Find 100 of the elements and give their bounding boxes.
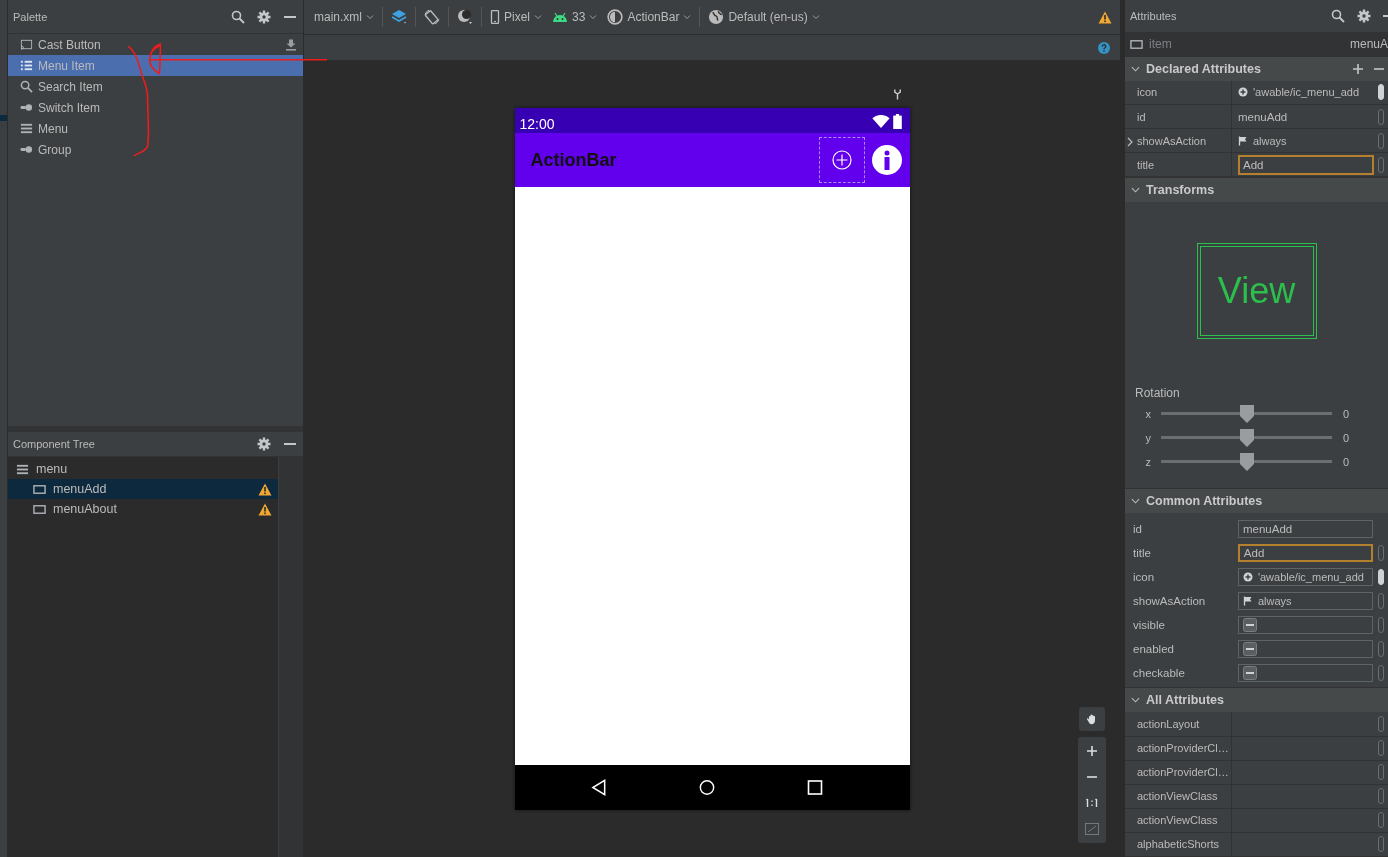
attribute-name: actionProviderCl… [1137,766,1229,779]
attribute-value: 'awable/ic_menu_add [1253,86,1360,99]
item-icon [1130,37,1143,51]
attribute-value: always [1257,595,1292,608]
rotation-label: Rotation [1134,386,1181,401]
component-type: item [1149,37,1172,52]
section-header[interactable]: Common Attributes [1125,488,1388,514]
wifi-icon [871,115,890,128]
help-icon[interactable] [1098,41,1110,54]
pin-icon[interactable] [892,88,902,100]
attribute-field[interactable]: always [1237,592,1373,611]
search-icon[interactable] [1331,8,1345,23]
attribute-value: menuAdd [1238,110,1288,123]
attribute-name: title [1132,547,1152,560]
warning-icon [258,482,272,496]
attribute-field[interactable] [1237,616,1373,635]
app-bar-title: ActionBar [530,149,617,171]
phone-icon [490,10,500,24]
view-preview: View [1199,246,1314,337]
add-icon [831,150,852,170]
unset-checkbox-icon[interactable] [1242,666,1257,681]
flag-icon [1238,135,1248,146]
unset-checkbox-icon[interactable] [1242,618,1257,633]
attribute-field[interactable]: Add [1237,544,1373,563]
unset-checkbox-icon[interactable] [1242,642,1257,657]
add-icon[interactable] [1353,63,1363,74]
palette-item[interactable]: Menu [8,118,303,139]
device-dropdown[interactable]: Pixel [486,8,547,26]
palette-item[interactable]: Cast Button [8,34,303,55]
attribute-field[interactable] [1237,640,1373,659]
moon-icon [457,9,473,25]
attribute-name: alphabeticShorts [1137,838,1219,851]
expand-icon[interactable] [1127,136,1133,147]
api-level-dropdown[interactable]: 33 [548,7,602,27]
rotation-value: 0 [1343,432,1350,445]
chevron-icon [1131,697,1140,704]
zoom-in-icon[interactable] [1085,745,1099,757]
plus-circle-icon [1238,87,1248,98]
theme-icon [607,9,624,25]
info-icon [871,145,902,175]
component-id: menuA [1349,37,1388,52]
attribute-name: id [1137,110,1146,123]
section-header[interactable]: Transforms [1125,177,1388,203]
settings-icon[interactable] [257,437,271,451]
add-action-button[interactable] [818,137,865,183]
tree-item[interactable]: menuAdd [8,479,278,499]
section-header[interactable]: All Attributes [1125,687,1388,713]
download-icon[interactable] [285,38,297,51]
attribute-name: visible [1132,619,1166,632]
attribute-name: showAsAction [1132,595,1207,608]
attribute-name: actionLayout [1137,718,1200,730]
battery-icon [892,114,902,129]
slider-thumb[interactable] [1239,405,1254,424]
theme-dropdown[interactable]: ActionBar [603,7,696,27]
list-icon [20,59,33,72]
attribute-field[interactable]: menuAdd [1238,520,1374,539]
search-icon[interactable] [231,9,245,24]
strip-marker [0,115,7,121]
status-time: 12:00 [519,116,555,132]
axis-label: x [1144,408,1152,421]
pan-hand-icon[interactable] [1079,707,1105,731]
attribute-field[interactable]: Add [1238,154,1374,175]
attribute-field[interactable] [1237,664,1373,683]
slider-thumb[interactable] [1239,429,1254,448]
attribute-field[interactable]: 'awable/ic_menu_add [1237,568,1373,587]
back-icon[interactable] [590,779,607,796]
recents-icon[interactable] [807,779,824,796]
attribute-value: always [1253,134,1287,147]
fit-screen-icon[interactable] [1085,823,1099,835]
warning-icon[interactable] [1098,10,1112,24]
rotation-value: 0 [1343,408,1350,421]
section-header[interactable]: Declared Attributes [1125,55,1388,81]
caret-icon [366,14,374,20]
menu-icon [16,462,29,476]
settings-icon[interactable] [1357,8,1371,23]
caret-icon [811,14,820,20]
locale-dropdown[interactable]: Default (en-us) [704,7,824,27]
caret-icon [683,14,692,20]
attribute-name: showAsAction [1137,134,1207,147]
switch-icon [20,101,33,114]
warning-icon [258,502,272,516]
slider-thumb[interactable] [1239,453,1254,472]
attribute-name: icon [1132,571,1156,584]
settings-icon[interactable] [257,9,271,24]
palette-item[interactable]: Search Item [8,76,303,97]
attribute-name: actionProviderCl… [1137,742,1229,755]
file-dropdown[interactable]: main.xml [310,8,378,26]
attribute-value: 'awable/ic_menu_add [1257,571,1364,584]
palette-item[interactable]: Switch Item [8,97,303,118]
palette-item[interactable]: Group [8,139,303,160]
panel-title: Component Tree [13,438,95,450]
actual-size-icon[interactable] [1085,797,1099,809]
attribute-name: enabled [1132,643,1175,656]
tree-item[interactable]: menuAbout [8,499,278,519]
home-icon[interactable] [699,779,715,796]
plus-circle-icon [1242,572,1253,583]
rotation-value: 0 [1343,456,1350,469]
chevron-icon [1131,187,1140,194]
panel-title: Attributes [1130,9,1177,22]
tree-item[interactable]: menu [8,459,278,479]
